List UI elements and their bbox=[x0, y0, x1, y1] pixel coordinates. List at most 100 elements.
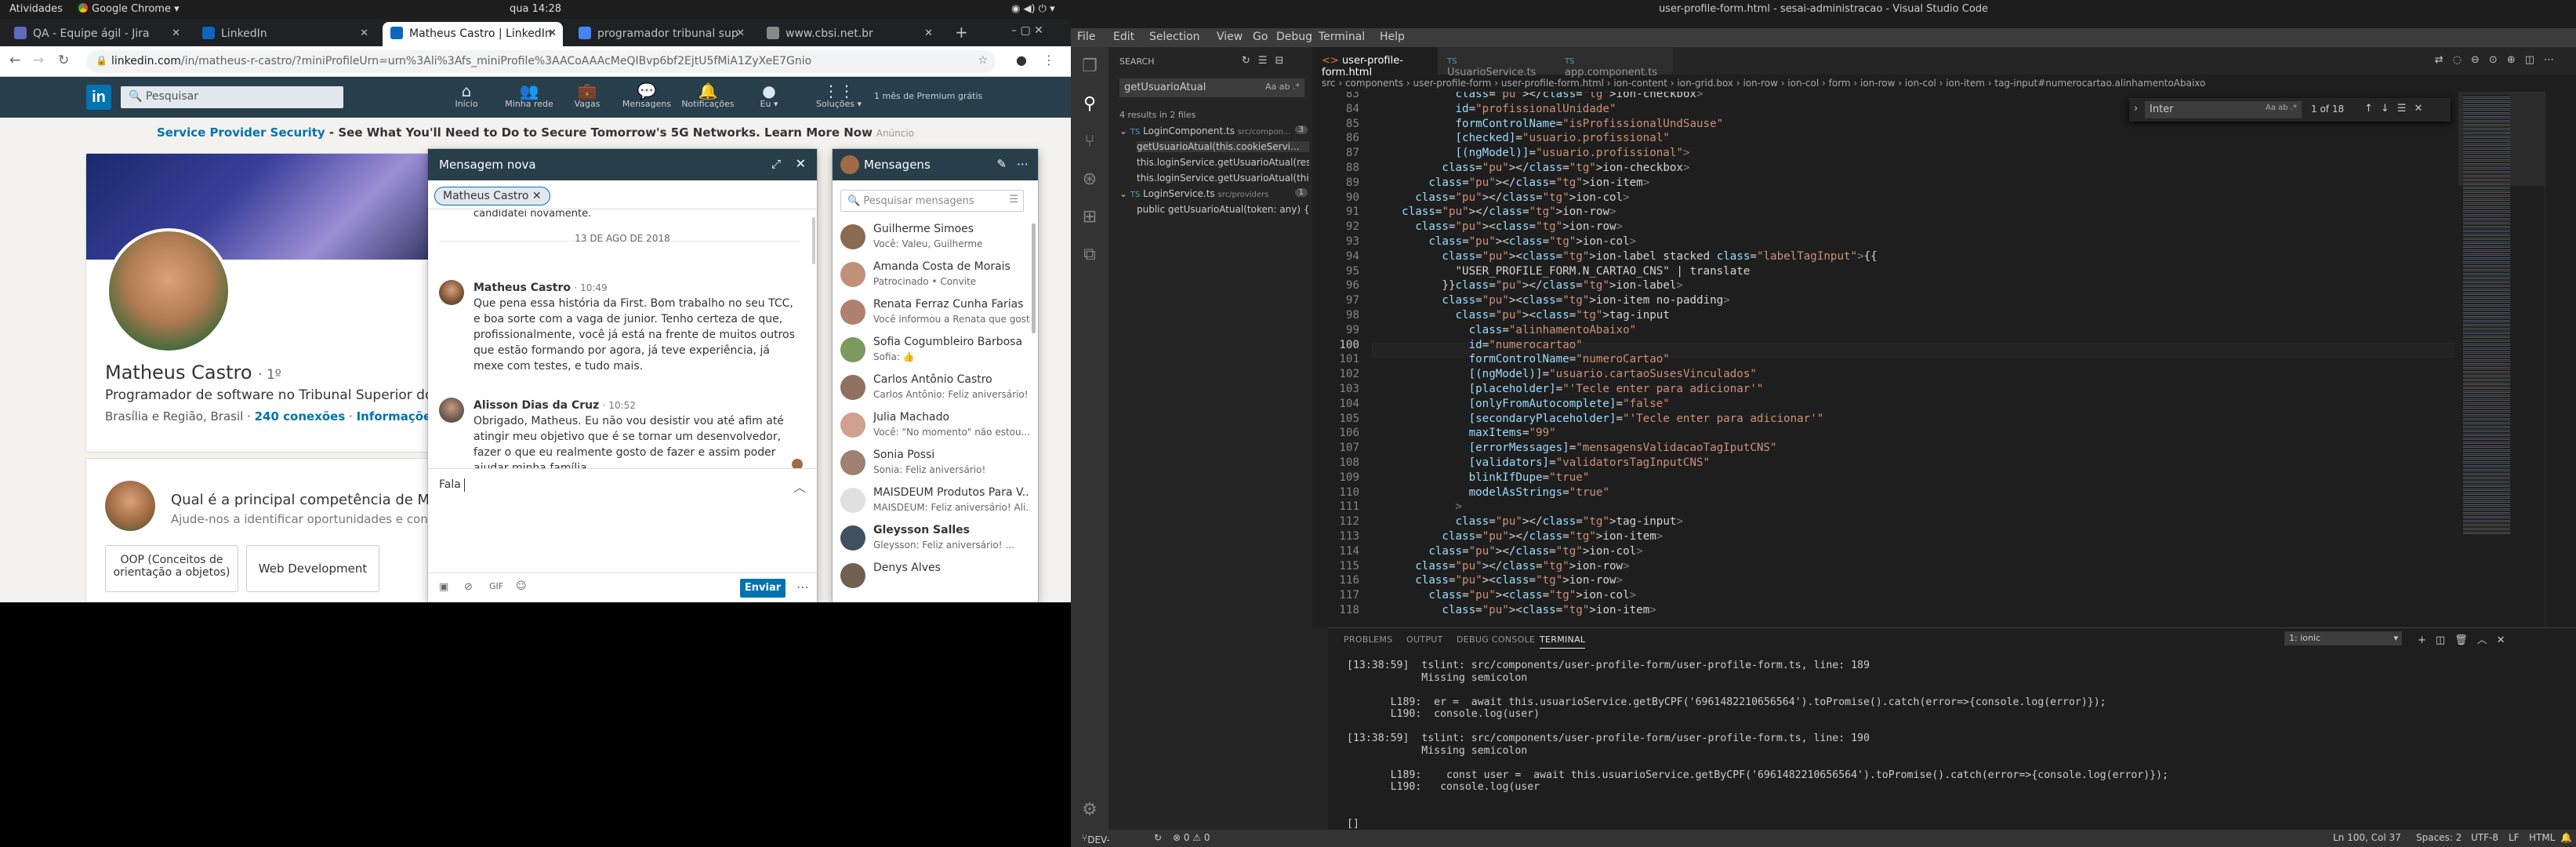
conversation-item[interactable]: Carlos Antônio Castro Carlos Antônio: Fel… bbox=[833, 369, 1038, 408]
chrome-app-menu[interactable]: Google Chrome ▾ bbox=[78, 3, 180, 15]
search-query-input[interactable]: getUsuarioAtual Aa ab .* bbox=[1119, 78, 1304, 97]
reload-icon[interactable]: ↻ bbox=[58, 53, 69, 68]
recipient-pill[interactable]: Matheus Castro ✕ bbox=[434, 187, 550, 205]
code-editor[interactable]: 83 class="pu"></class="tg">ion-checkbox>… bbox=[1312, 92, 2576, 627]
messaging-header[interactable]: Mensagens ✎ ⋯ bbox=[833, 149, 1038, 180]
compose-box[interactable]: Fala ︿ bbox=[428, 471, 817, 557]
ad-title[interactable]: Service Provider Security bbox=[157, 125, 325, 140]
close-tab-icon[interactable]: ✕ bbox=[924, 27, 933, 39]
remote-icon[interactable]: ⧉ bbox=[1080, 245, 1099, 264]
breadcrumb[interactable]: src › components › user-profile-form › u… bbox=[1312, 75, 2576, 92]
address-bar[interactable]: 🔒 linkedin.com/in/matheus-r-castro/?mini… bbox=[86, 50, 996, 73]
star-icon[interactable]: ☆ bbox=[978, 54, 988, 67]
window-controls[interactable]: – ▢ ✕ bbox=[1011, 24, 1043, 37]
result-match[interactable]: getUsuarioAtual(this.cookieServi... bbox=[1137, 141, 1309, 152]
conversation-item[interactable]: MAISDEUM Produtos Para V... MAISDEUM: Fel… bbox=[833, 482, 1038, 521]
linkedin-logo[interactable]: in bbox=[86, 85, 111, 110]
profile-avatar[interactable] bbox=[106, 228, 231, 354]
search-icon[interactable]: ⚲ bbox=[1080, 94, 1099, 114]
clock[interactable]: qua 14:28 bbox=[510, 3, 561, 15]
profile-icon[interactable]: ● bbox=[1016, 53, 1027, 67]
message-thread[interactable]: candidatei novamente. 13 DE AGO DE 2018 … bbox=[428, 209, 817, 469]
nav-item-grid[interactable]: ⋮⋮ Soluções ▾ bbox=[811, 82, 866, 109]
debug-icon[interactable]: ⊛ bbox=[1080, 169, 1099, 189]
problems-status[interactable]: ⊗ 0 ⚠ 0 bbox=[1173, 832, 1210, 843]
conversation-item[interactable]: Denys Alves bbox=[833, 557, 1038, 596]
menu-edit[interactable]: Edit bbox=[1113, 31, 1134, 43]
branch-status[interactable]: ⑂ DEV-LAYOUT* bbox=[1082, 832, 1129, 847]
close-tab-icon[interactable]: ✕ bbox=[736, 27, 745, 39]
panel-actions[interactable]: +◫🗑︿✕ bbox=[2418, 631, 2515, 646]
menu-terminal[interactable]: Terminal bbox=[1319, 31, 1365, 43]
more-options-icon[interactable]: ⋯ bbox=[796, 580, 809, 594]
activities-button[interactable]: Atividades bbox=[9, 3, 63, 15]
menu-view[interactable]: View bbox=[1217, 31, 1243, 43]
find-options[interactable]: Aa ab .* bbox=[2266, 104, 2297, 112]
encoding[interactable]: UTF-8 bbox=[2471, 832, 2498, 843]
match-options[interactable]: Aa ab .* bbox=[1265, 82, 1300, 92]
minimap[interactable] bbox=[2458, 92, 2545, 627]
browser-tab[interactable]: LinkedIn ✕ bbox=[194, 22, 375, 46]
skill-button-1[interactable]: OOP (Conceitos de orientação a objetos) bbox=[105, 545, 238, 592]
conversation-item[interactable]: Gleysson Salles Gleysson: Feliz aniversár… bbox=[833, 519, 1038, 558]
emoji-icon[interactable]: ☺ bbox=[516, 580, 527, 592]
bell-icon[interactable]: 🔔 bbox=[2560, 832, 2572, 843]
close-tab-icon[interactable]: ✕ bbox=[548, 27, 557, 39]
tab-app-component[interactable]: TS app.component.ts bbox=[1555, 47, 1673, 78]
nav-item-network[interactable]: 👥 Minha rede bbox=[502, 82, 557, 109]
panel-tab-terminal[interactable]: TERMINAL bbox=[1540, 634, 1586, 649]
skill-button-2[interactable]: Web Development bbox=[246, 545, 379, 592]
send-button[interactable]: Enviar bbox=[740, 579, 785, 598]
find-nav-icons[interactable]: ↑↓☰✕ bbox=[2364, 103, 2430, 115]
settings-gear-icon[interactable]: ⚙ bbox=[1080, 800, 1099, 820]
eol[interactable]: LF bbox=[2509, 832, 2520, 843]
result-match[interactable]: this.loginService.getUsuarioAtual(res.a.… bbox=[1137, 157, 1309, 168]
compose-icon[interactable]: ✎ bbox=[996, 157, 1007, 171]
nav-item-jobs[interactable]: 💼 Vagas bbox=[560, 82, 615, 109]
nav-item-home[interactable]: ⌂ Início bbox=[439, 82, 494, 109]
gif-icon[interactable]: GIF bbox=[489, 581, 503, 591]
browser-tab[interactable]: QA - Equipe ágil - Jira ✕ bbox=[6, 22, 187, 46]
browser-tab[interactable]: programador tribunal sup ✕ bbox=[571, 22, 751, 46]
new-message-header[interactable]: Mensagem nova ⤢ ✕ bbox=[428, 149, 817, 180]
explorer-icon[interactable]: ❐ bbox=[1080, 56, 1099, 76]
sync-icon[interactable]: ↻ bbox=[1154, 832, 1162, 843]
browser-tab[interactable]: www.cbsi.net.br ✕ bbox=[759, 22, 939, 46]
tab-user-profile-form[interactable]: <> user-profile-form.html bbox=[1312, 47, 1438, 78]
new-tab-icon[interactable]: + bbox=[955, 23, 968, 42]
nav-item-messages[interactable]: 💬 Mensagens bbox=[619, 82, 674, 109]
tab-usuario-service[interactable]: TS UsuarioService.ts bbox=[1438, 47, 1555, 78]
collapse-compose-icon[interactable]: ︿ bbox=[793, 477, 806, 496]
result-file-1[interactable]: ⌄ TS LoginComponent.ts src/compon... 3 bbox=[1119, 125, 1308, 136]
cursor-position[interactable]: Ln 100, Col 37 bbox=[2333, 832, 2401, 843]
ad-banner[interactable]: Service Provider Security - See What You… bbox=[0, 125, 1071, 149]
panel-tab-debug-console[interactable]: DEBUG CONSOLE bbox=[1457, 634, 1535, 645]
thread-scrollbar[interactable] bbox=[812, 217, 815, 264]
menu-selection[interactable]: Selection bbox=[1149, 31, 1200, 43]
message-sender[interactable]: Alisson Dias da Cruz bbox=[473, 399, 599, 412]
editor-actions[interactable]: ⇄◌⊖⊙⊕◫⋯ bbox=[2435, 54, 2563, 66]
conversation-item[interactable]: Amanda Costa de Morais Patrocinado • Conv… bbox=[833, 256, 1038, 295]
conversation-item[interactable]: Guilherme Simoes Você: Valeu, Guilherme bbox=[833, 218, 1038, 257]
messaging-scrollbar[interactable] bbox=[1032, 224, 1036, 333]
menu-help[interactable]: Help bbox=[1380, 31, 1405, 43]
language-mode[interactable]: HTML bbox=[2529, 832, 2555, 843]
extensions-icon[interactable]: ⊞ bbox=[1080, 207, 1099, 227]
close-tab-icon[interactable]: ✕ bbox=[172, 27, 180, 39]
terminal-output[interactable]: [13:38:59] tslint: src/components/user-p… bbox=[1328, 660, 2576, 830]
menu-go[interactable]: Go bbox=[1253, 31, 1268, 43]
menu-icon[interactable]: ⋮ bbox=[1043, 53, 1055, 67]
menu-debug[interactable]: Debug bbox=[1276, 31, 1312, 43]
connections-link[interactable]: 240 conexões bbox=[255, 409, 346, 424]
result-file-2[interactable]: ⌄ TS LoginService.ts src/providers 1 bbox=[1119, 188, 1308, 199]
find-input[interactable]: Inter Aa ab .* bbox=[2145, 101, 2302, 118]
linkedin-search-input[interactable]: 🔍 Pesquisar bbox=[121, 86, 343, 108]
indentation[interactable]: Spaces: 2 bbox=[2416, 832, 2462, 843]
browser-tab[interactable]: Matheus Castro | LinkedIn ✕ bbox=[383, 22, 563, 46]
result-match[interactable]: this.loginService.getUsuarioAtual(this.t… bbox=[1137, 173, 1309, 184]
terminal-select[interactable]: 1: ionic ▾ bbox=[2284, 631, 2402, 645]
conversation-item[interactable]: Renata Ferraz Cunha Farias Você informou … bbox=[833, 293, 1038, 333]
panel-tab-output[interactable]: OUTPUT bbox=[1406, 634, 1443, 645]
close-tab-icon[interactable]: ✕ bbox=[360, 27, 368, 39]
conversation-item[interactable]: Julia Machado Você: "No momento" não esto… bbox=[833, 406, 1038, 445]
